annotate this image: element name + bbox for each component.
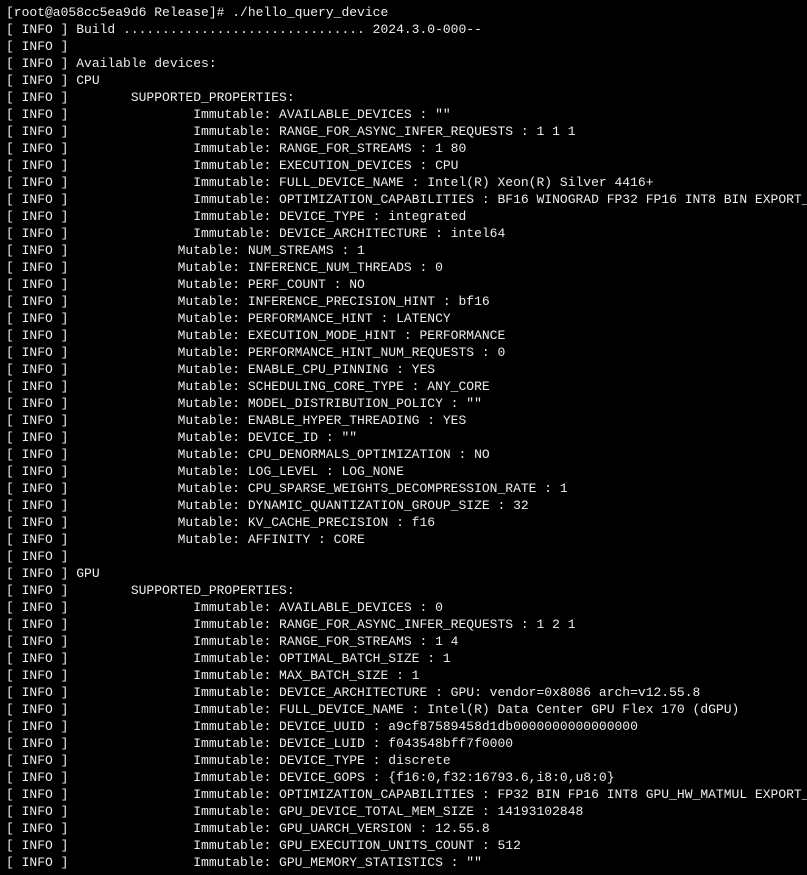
cpu-mutable-8: [ INFO ] Mutable: SCHEDULING_CORE_TYPE :…: [6, 378, 801, 395]
cpu-mutable-7: [ INFO ] Mutable: ENABLE_CPU_PINNING : Y…: [6, 361, 801, 378]
cpu-mutable-3: [ INFO ] Mutable: INFERENCE_PRECISION_HI…: [6, 293, 801, 310]
cpu-mutable-12: [ INFO ] Mutable: CPU_DENORMALS_OPTIMIZA…: [6, 446, 801, 463]
available-devices-header: [ INFO ] Available devices:: [6, 55, 801, 72]
gpu-immutable-10: [ INFO ] Immutable: DEVICE_GOPS : {f16:0…: [6, 769, 801, 786]
gpu-immutable-14: [ INFO ] Immutable: GPU_EXECUTION_UNITS_…: [6, 837, 801, 854]
gpu-immutable-11: [ INFO ] Immutable: OPTIMIZATION_CAPABIL…: [6, 786, 801, 803]
gpu-immutable-2: [ INFO ] Immutable: RANGE_FOR_STREAMS : …: [6, 633, 801, 650]
cpu-immutable-2: [ INFO ] Immutable: RANGE_FOR_STREAMS : …: [6, 140, 801, 157]
cpu-mutable-15: [ INFO ] Mutable: DYNAMIC_QUANTIZATION_G…: [6, 497, 801, 514]
gpu-supported-header: [ INFO ] SUPPORTED_PROPERTIES:: [6, 582, 801, 599]
gpu-immutable-1: [ INFO ] Immutable: RANGE_FOR_ASYNC_INFE…: [6, 616, 801, 633]
cpu-mutable-13: [ INFO ] Mutable: LOG_LEVEL : LOG_NONE: [6, 463, 801, 480]
gpu-immutable-15: [ INFO ] Immutable: GPU_MEMORY_STATISTIC…: [6, 854, 801, 871]
build-line: [ INFO ] Build .........................…: [6, 21, 801, 38]
cpu-mutable-6: [ INFO ] Mutable: PERFORMANCE_HINT_NUM_R…: [6, 344, 801, 361]
gpu-immutable-12: [ INFO ] Immutable: GPU_DEVICE_TOTAL_MEM…: [6, 803, 801, 820]
gpu-immutable-8: [ INFO ] Immutable: DEVICE_LUID : f04354…: [6, 735, 801, 752]
terminal-output[interactable]: [root@a058cc5ea9d6 Release]# ./hello_que…: [0, 0, 807, 875]
cpu-mutable-10: [ INFO ] Mutable: ENABLE_HYPER_THREADING…: [6, 412, 801, 429]
info-blank: [ INFO ]: [6, 38, 801, 55]
cpu-name: [ INFO ] CPU: [6, 72, 801, 89]
prompt-line: [root@a058cc5ea9d6 Release]# ./hello_que…: [6, 4, 801, 21]
info-blank2: [ INFO ]: [6, 548, 801, 565]
cpu-immutable-3: [ INFO ] Immutable: EXECUTION_DEVICES : …: [6, 157, 801, 174]
gpu-immutable-3: [ INFO ] Immutable: OPTIMAL_BATCH_SIZE :…: [6, 650, 801, 667]
gpu-immutable-13: [ INFO ] Immutable: GPU_UARCH_VERSION : …: [6, 820, 801, 837]
cpu-mutable-0: [ INFO ] Mutable: NUM_STREAMS : 1: [6, 242, 801, 259]
gpu-immutable-5: [ INFO ] Immutable: DEVICE_ARCHITECTURE …: [6, 684, 801, 701]
gpu-immutable-0: [ INFO ] Immutable: AVAILABLE_DEVICES : …: [6, 599, 801, 616]
cpu-mutable-1: [ INFO ] Mutable: INFERENCE_NUM_THREADS …: [6, 259, 801, 276]
gpu-name: [ INFO ] GPU: [6, 565, 801, 582]
cpu-mutable-11: [ INFO ] Mutable: DEVICE_ID : "": [6, 429, 801, 446]
cpu-immutable-5: [ INFO ] Immutable: OPTIMIZATION_CAPABIL…: [6, 191, 801, 208]
cpu-immutable-1: [ INFO ] Immutable: RANGE_FOR_ASYNC_INFE…: [6, 123, 801, 140]
cpu-mutable-9: [ INFO ] Mutable: MODEL_DISTRIBUTION_POL…: [6, 395, 801, 412]
cpu-immutable-6: [ INFO ] Immutable: DEVICE_TYPE : integr…: [6, 208, 801, 225]
cpu-supported-header: [ INFO ] SUPPORTED_PROPERTIES:: [6, 89, 801, 106]
cpu-mutable-2: [ INFO ] Mutable: PERF_COUNT : NO: [6, 276, 801, 293]
cpu-immutable-0: [ INFO ] Immutable: AVAILABLE_DEVICES : …: [6, 106, 801, 123]
cpu-mutable-4: [ INFO ] Mutable: PERFORMANCE_HINT : LAT…: [6, 310, 801, 327]
gpu-immutable-7: [ INFO ] Immutable: DEVICE_UUID : a9cf87…: [6, 718, 801, 735]
cpu-immutable-7: [ INFO ] Immutable: DEVICE_ARCHITECTURE …: [6, 225, 801, 242]
gpu-immutable-4: [ INFO ] Immutable: MAX_BATCH_SIZE : 1: [6, 667, 801, 684]
gpu-immutable-6: [ INFO ] Immutable: FULL_DEVICE_NAME : I…: [6, 701, 801, 718]
cpu-mutable-5: [ INFO ] Mutable: EXECUTION_MODE_HINT : …: [6, 327, 801, 344]
cpu-mutable-16: [ INFO ] Mutable: KV_CACHE_PRECISION : f…: [6, 514, 801, 531]
cpu-immutable-4: [ INFO ] Immutable: FULL_DEVICE_NAME : I…: [6, 174, 801, 191]
gpu-immutable-9: [ INFO ] Immutable: DEVICE_TYPE : discre…: [6, 752, 801, 769]
cpu-mutable-14: [ INFO ] Mutable: CPU_SPARSE_WEIGHTS_DEC…: [6, 480, 801, 497]
cpu-mutable-17: [ INFO ] Mutable: AFFINITY : CORE: [6, 531, 801, 548]
